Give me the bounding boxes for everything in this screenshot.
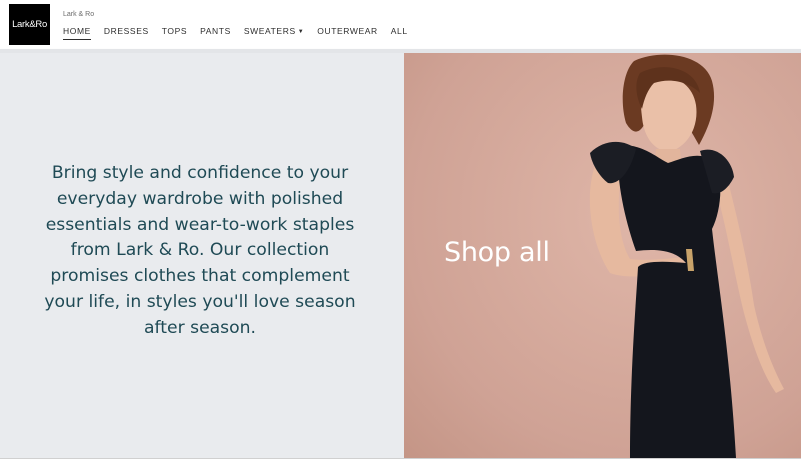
intro-panel: Bring style and confidence to your every… bbox=[0, 53, 404, 458]
brand-label[interactable]: Lark & Ro bbox=[63, 11, 94, 18]
main-nav: HOME DRESSES TOPS PANTS SWEATERS ▼ OUTERW… bbox=[63, 26, 421, 40]
nav-tops[interactable]: TOPS bbox=[162, 26, 187, 40]
brand-logo[interactable]: Lark&Ro bbox=[9, 4, 50, 45]
site-header: Lark&Ro Lark & Ro HOME DRESSES TOPS PANT… bbox=[0, 0, 801, 51]
hero-banner[interactable]: Shop all bbox=[404, 53, 801, 458]
nav-outerwear[interactable]: OUTERWEAR bbox=[317, 26, 378, 40]
chevron-down-icon: ▼ bbox=[297, 29, 305, 35]
shop-all-link[interactable]: Shop all bbox=[444, 237, 550, 268]
brand-tagline: Bring style and confidence to your every… bbox=[44, 163, 356, 338]
nav-sweaters[interactable]: SWEATERS ▼ bbox=[244, 26, 304, 40]
nav-all[interactable]: ALL bbox=[391, 26, 408, 40]
nav-pants[interactable]: PANTS bbox=[200, 26, 231, 40]
nav-home[interactable]: HOME bbox=[63, 26, 91, 40]
nav-sweaters-label: SWEATERS bbox=[243, 26, 296, 36]
nav-dresses[interactable]: DRESSES bbox=[104, 26, 149, 40]
